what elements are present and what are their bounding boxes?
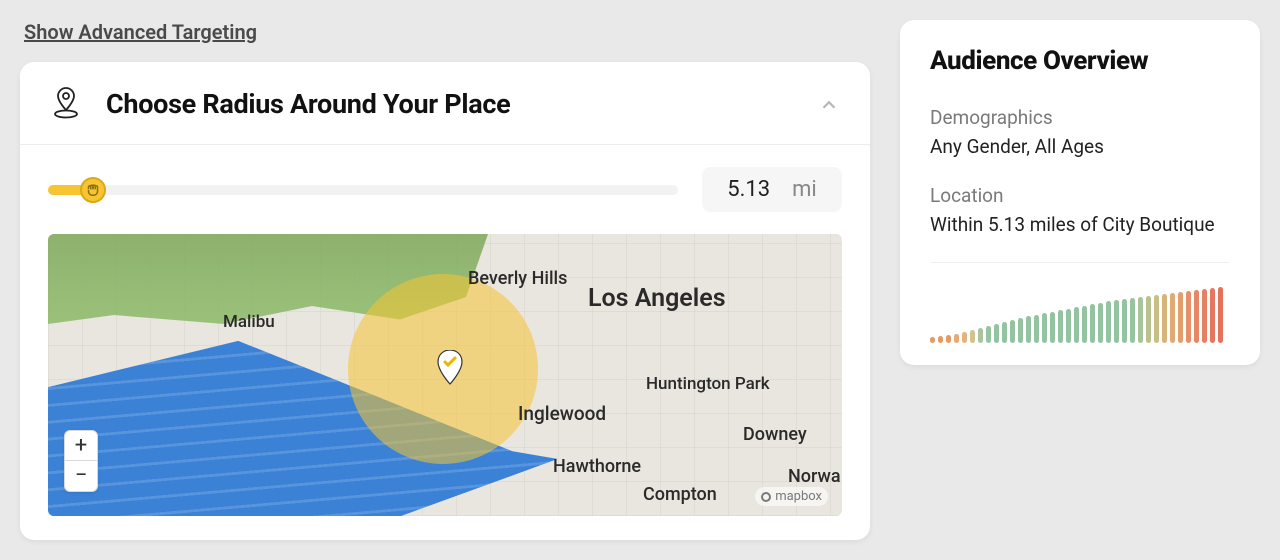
gauge-bar — [1114, 300, 1119, 343]
zoom-in-button[interactable]: + — [65, 431, 97, 461]
zoom-control: + − — [64, 430, 98, 492]
radius-slider[interactable] — [48, 185, 678, 195]
gauge-bar — [1018, 318, 1023, 343]
gauge-bar — [1074, 307, 1079, 343]
demographics-value: Any Gender, All Ages — [930, 135, 1230, 158]
gauge-bar — [1002, 322, 1007, 343]
gauge-bar — [1162, 294, 1167, 343]
gauge-bar — [946, 335, 951, 343]
gauge-bar — [962, 332, 967, 343]
gauge-bar — [954, 334, 959, 343]
gauge-bar — [938, 336, 943, 343]
gauge-bar — [1138, 297, 1143, 343]
radius-header[interactable]: Choose Radius Around Your Place — [20, 62, 870, 145]
map-label-malibu: Malibu — [223, 312, 275, 332]
gauge-bar — [1146, 296, 1151, 343]
zoom-out-button[interactable]: − — [65, 461, 97, 491]
radius-value: 5.13 — [727, 177, 770, 202]
gauge-bar — [1050, 312, 1055, 343]
gauge-bar — [1106, 301, 1111, 343]
divider — [930, 262, 1230, 263]
gauge-bar — [1082, 306, 1087, 343]
gauge-bar — [1202, 289, 1207, 343]
gauge-bar — [1170, 293, 1175, 343]
radius-card: Choose Radius Around Your Place — [20, 62, 870, 540]
gauge-bar — [1034, 315, 1039, 343]
map[interactable]: Beverly Hills Los Angeles Malibu Inglewo… — [48, 234, 842, 516]
gauge-bar — [1178, 292, 1183, 343]
chevron-up-icon[interactable] — [818, 94, 840, 120]
map-label-inglewood: Inglewood — [518, 402, 606, 425]
map-label-downey: Downey — [743, 424, 807, 445]
map-attribution-text: mapbox — [775, 489, 822, 504]
map-label-beverly-hills: Beverly Hills — [468, 268, 567, 289]
demographics-label: Demographics — [930, 106, 1230, 129]
map-label-compton: Compton — [643, 484, 717, 505]
gauge-bar — [1098, 303, 1103, 343]
map-pin-radius-icon — [48, 84, 84, 124]
gauge-bar — [994, 324, 999, 343]
map-label-hawthorne: Hawthorne — [553, 456, 641, 477]
gauge-bar — [978, 328, 983, 343]
audience-overview-card: Audience Overview Demographics Any Gende… — [900, 20, 1260, 365]
radius-value-box[interactable]: 5.13 mi — [702, 167, 842, 212]
map-label-los-angeles: Los Angeles — [588, 284, 726, 313]
gauge-bar — [1042, 313, 1047, 343]
gauge-bar — [1026, 316, 1031, 343]
gauge-bar — [970, 330, 975, 343]
gauge-bar — [1130, 298, 1135, 343]
place-pin-icon — [436, 350, 464, 386]
map-label-huntington-park: Huntington Park — [646, 374, 770, 394]
advanced-targeting-link[interactable]: Show Advanced Targeting — [24, 20, 257, 44]
gauge-bar — [1090, 304, 1095, 343]
gauge-bar — [1210, 288, 1215, 343]
gauge-bar — [1154, 295, 1159, 343]
gauge-bar — [1122, 299, 1127, 343]
radius-title: Choose Radius Around Your Place — [106, 88, 510, 120]
radius-unit: mi — [792, 177, 817, 202]
overview-title: Audience Overview — [930, 46, 1230, 76]
map-label-norwalk: Norwa — [788, 466, 841, 487]
grab-handle-icon — [84, 181, 102, 199]
mapbox-logo-icon — [761, 492, 771, 502]
gauge-bar — [1066, 309, 1071, 343]
location-label: Location — [930, 184, 1230, 207]
audience-gauge-chart — [930, 287, 1230, 343]
gauge-bar — [930, 337, 935, 343]
map-attribution[interactable]: mapbox — [755, 487, 828, 506]
gauge-bar — [1194, 290, 1199, 343]
gauge-bar — [1218, 287, 1223, 343]
gauge-bar — [986, 326, 991, 343]
slider-handle[interactable] — [80, 177, 106, 203]
gauge-bar — [1058, 310, 1063, 343]
gauge-bar — [1010, 320, 1015, 343]
gauge-bar — [1186, 291, 1191, 343]
location-value: Within 5.13 miles of City Boutique — [930, 213, 1230, 236]
